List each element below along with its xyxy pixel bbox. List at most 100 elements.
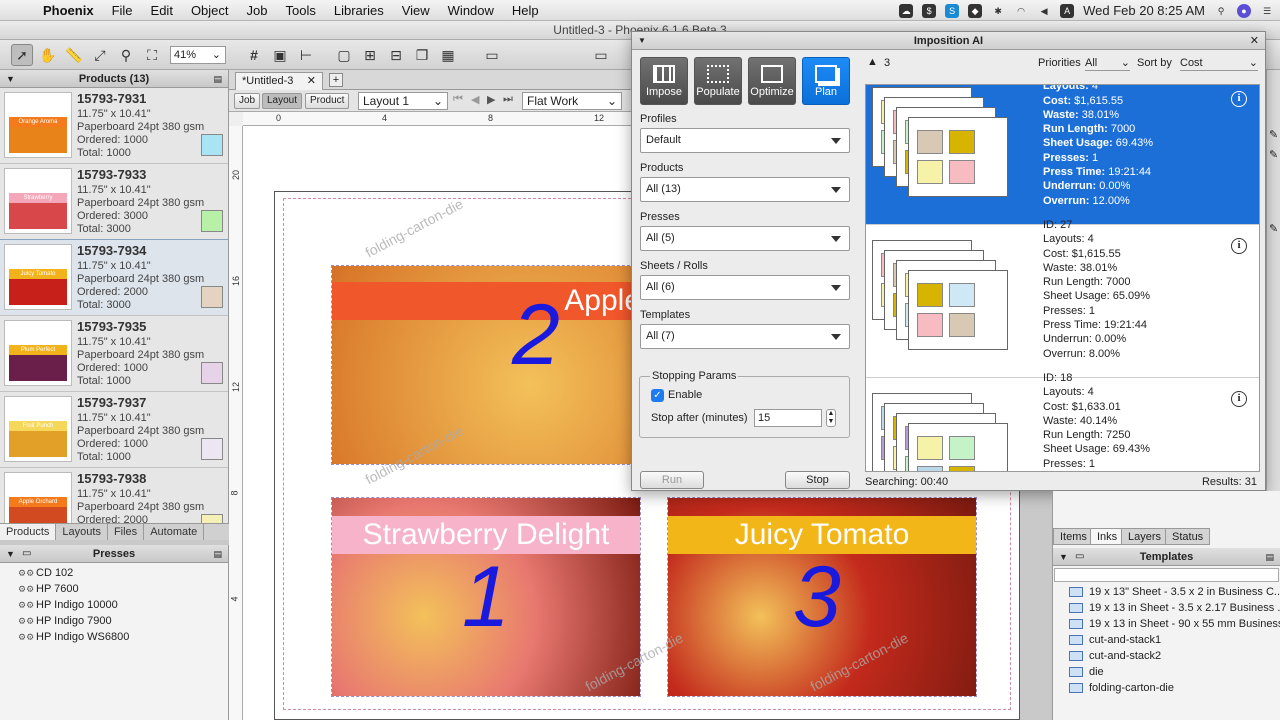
products-select[interactable]: All (13) xyxy=(640,177,850,202)
populate-button[interactable]: Populate xyxy=(694,57,742,105)
mode-product-button[interactable]: Product xyxy=(305,93,350,109)
new-tab-icon[interactable]: + xyxy=(329,73,343,87)
mode-job-button[interactable]: Job xyxy=(234,93,261,109)
tab-layers[interactable]: Layers xyxy=(1121,528,1169,545)
template-item[interactable]: 19 x 13" Sheet - 3.5 x 2 in Business C..… xyxy=(1069,584,1280,600)
info-icon[interactable]: i xyxy=(1231,391,1247,407)
result-item[interactable]: ID: 18 Layouts: 4 Cost: $1,633.01 Waste: 4… xyxy=(866,372,1259,471)
measure-tool-icon[interactable]: 📏 xyxy=(63,44,85,66)
menu-libraries[interactable]: Libraries xyxy=(325,3,393,18)
panel-menu-icon[interactable]: ▤ xyxy=(213,545,222,563)
menu-window[interactable]: Window xyxy=(439,3,503,18)
carton-juicy-tomato[interactable]: Juicy Tomato 3 xyxy=(667,497,977,697)
product-row[interactable]: Juicy Tomato 15793-7934 11.75" x 10.41" … xyxy=(0,239,228,317)
menu-job[interactable]: Job xyxy=(238,3,277,18)
bluetooth-icon[interactable]: ✱ xyxy=(991,4,1005,18)
select-tool-icon[interactable]: ➚ xyxy=(11,44,33,66)
work-style-select[interactable]: Flat Work ⌄ xyxy=(522,92,622,110)
step-repeat-icon[interactable]: ⊞ xyxy=(359,44,381,66)
first-layout-icon[interactable]: ⏮ xyxy=(453,93,463,106)
menu-app[interactable]: Phoenix xyxy=(34,3,103,18)
notification-center-icon[interactable]: ☰ xyxy=(1260,4,1274,18)
panel-collapse-icon[interactable]: ▼ xyxy=(1059,548,1068,566)
menu-view[interactable]: View xyxy=(393,3,439,18)
info-icon[interactable]: i xyxy=(1231,238,1247,254)
stepper-icon[interactable]: ▲ ▼ xyxy=(826,409,836,427)
zoom-select[interactable]: 41% ⌄ xyxy=(170,46,226,64)
pencil-icon[interactable]: ✎ xyxy=(1269,222,1278,235)
close-icon[interactable]: ✕ xyxy=(307,73,316,89)
results-list[interactable]: ID: 3 Layouts: 4Cost: $1,615.55Waste: 38… xyxy=(865,84,1260,472)
plan-button[interactable]: Plan xyxy=(802,57,850,105)
optimize-button[interactable]: Optimize xyxy=(748,57,796,105)
transform-tool-icon[interactable]: ⤢ xyxy=(89,44,111,66)
stack-icon[interactable]: ▦ xyxy=(437,44,459,66)
zoom-tool-icon[interactable]: ⚲ xyxy=(115,44,137,66)
hand-tool-icon[interactable]: ✋ xyxy=(37,44,59,66)
stop-button[interactable]: Stop xyxy=(785,471,850,489)
tab-files[interactable]: Files xyxy=(108,524,145,540)
dialog-collapse-icon[interactable]: ▼ xyxy=(638,32,646,50)
info-icon[interactable]: i xyxy=(1231,91,1247,107)
wifi-icon[interactable]: ◠ xyxy=(1014,4,1028,18)
template-item[interactable]: cut-and-stack2 xyxy=(1069,648,1161,664)
bag-icon[interactable]: $ xyxy=(922,3,937,18)
product-row[interactable]: Fruit Punch 15793-7937 11.75" x 10.41" P… xyxy=(0,392,228,468)
press-item[interactable]: ⚙⚙ HP 7600 xyxy=(0,581,228,597)
result-item[interactable]: ID: 27 Layouts: 4 Cost: $1,615.55 Waste: 3… xyxy=(866,219,1259,378)
frame-icon[interactable]: ▣ xyxy=(269,44,291,66)
menu-file[interactable]: File xyxy=(103,3,142,18)
dimension-icon[interactable]: ⊢ xyxy=(295,44,317,66)
menu-help[interactable]: Help xyxy=(503,3,548,18)
input-source-icon[interactable]: A xyxy=(1060,3,1075,18)
stop-after-input[interactable]: 15 xyxy=(754,409,822,427)
arrange-icon[interactable]: ▭ xyxy=(590,44,612,66)
product-row[interactable]: Orange Aroma 15793-7931 11.75" x 10.41" … xyxy=(0,88,228,164)
template-item[interactable]: 19 x 13 in Sheet - 3.5 x 2.17 Business .… xyxy=(1069,600,1280,616)
press-item[interactable]: ⚙⚙ CD 102 xyxy=(0,565,228,581)
prev-layout-icon[interactable]: ◀ xyxy=(471,93,479,106)
dropbox-icon[interactable]: ◆ xyxy=(968,3,983,18)
press-item[interactable]: ⚙⚙ HP Indigo WS6800 xyxy=(0,629,228,645)
sort-select[interactable]: Cost ⌄ xyxy=(1180,55,1258,71)
close-icon[interactable]: ✕ xyxy=(1250,32,1259,50)
product-row[interactable]: Strawberry 15793-7933 11.75" x 10.41" Pa… xyxy=(0,164,228,240)
layout-select[interactable]: Layout 1 ⌄ xyxy=(358,92,448,110)
tab-automate[interactable]: Automate xyxy=(144,524,205,540)
impose-button[interactable]: Impose xyxy=(640,57,688,105)
cloud-icon[interactable]: ☁ xyxy=(899,3,914,18)
panel-collapse-icon[interactable]: ▼ xyxy=(6,545,15,563)
fit-view-icon[interactable]: ⛶ xyxy=(141,44,163,66)
skype-icon[interactable]: S xyxy=(945,3,960,18)
menu-object[interactable]: Object xyxy=(182,3,238,18)
layers-icon[interactable]: ❐ xyxy=(411,44,433,66)
pencil-icon[interactable]: ✎ xyxy=(1269,148,1278,161)
sheets-rolls-select[interactable]: All (6) xyxy=(640,275,850,300)
menu-edit[interactable]: Edit xyxy=(142,3,182,18)
panel-menu-icon[interactable]: ▤ xyxy=(1265,548,1274,566)
next-layout-icon[interactable]: ▶ xyxy=(487,93,495,106)
result-item[interactable]: ID: 3 Layouts: 4Cost: $1,615.55Waste: 38… xyxy=(866,85,1259,225)
templates-select[interactable]: All (7) xyxy=(640,324,850,349)
template-item[interactable]: cut-and-stack1 xyxy=(1069,632,1161,648)
spotlight-icon[interactable]: ⚲ xyxy=(1214,4,1228,18)
grid-icon[interactable]: # xyxy=(243,44,265,66)
template-item[interactable]: die xyxy=(1069,664,1104,680)
press-item[interactable]: ⚙⚙ HP Indigo 10000 xyxy=(0,597,228,613)
tab-items[interactable]: Items xyxy=(1053,528,1094,545)
presses-select[interactable]: All (5) xyxy=(640,226,850,251)
last-layout-icon[interactable]: ⏭ xyxy=(503,93,513,106)
volume-icon[interactable]: ◀ xyxy=(1037,4,1051,18)
templates-search[interactable] xyxy=(1054,568,1279,582)
tab-layouts[interactable]: Layouts xyxy=(56,524,108,540)
tab-status[interactable]: Status xyxy=(1165,528,1211,545)
profiles-select[interactable]: Default xyxy=(640,128,850,153)
panel-collapse-icon[interactable]: ▼ xyxy=(6,70,15,88)
template-item[interactable]: folding-carton-die xyxy=(1069,680,1174,696)
press-item[interactable]: ⚙⚙ HP Indigo 7900 xyxy=(0,613,228,629)
product-row[interactable]: Plum Perfect 15793-7935 11.75" x 10.41" … xyxy=(0,316,228,392)
clock[interactable]: Wed Feb 20 8:25 AM xyxy=(1083,3,1205,18)
align-icon[interactable]: ▢ xyxy=(333,44,355,66)
pencil-icon[interactable]: ✎ xyxy=(1269,128,1278,141)
distribute-icon[interactable]: ⊟ xyxy=(385,44,407,66)
